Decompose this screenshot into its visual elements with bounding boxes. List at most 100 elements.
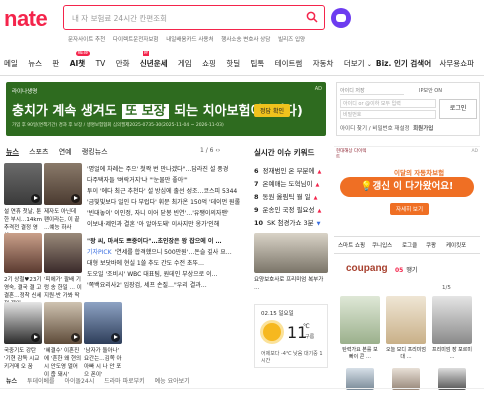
headline[interactable]: '명얼에 차례는 주으' 첫짝 번 만나겠다"…답라진 설 풍경 (87, 164, 228, 173)
headline[interactable]: '금빛빛보다 일인 다 부럽다' 휘문 최가온 150억 '데이먼 원롤 (87, 197, 240, 206)
bottom-tab[interactable]: 투데이베를 (27, 378, 55, 385)
product-caption[interactable]: 탄력가요 본를 보 빠이 콘 … (340, 347, 380, 361)
headline[interactable]: 도오일 '조비시' WBC 대표팀, 원데인 부상으로 이… (87, 269, 218, 278)
nate-logo[interactable]: nate (4, 6, 48, 32)
ad-footnote: 가입 후 90일(면책기간) 경과 후 보장 / 생명보험협회 심의필제2025… (12, 123, 224, 128)
nav-game[interactable]: 게임 (178, 58, 192, 69)
product-image[interactable] (346, 368, 374, 390)
shop-tab[interactable]: 쿠팡 (426, 241, 436, 249)
nav-comics[interactable]: 만화 (116, 58, 130, 69)
pick-tag: 기자PICK (87, 249, 112, 256)
nav-shopping[interactable]: 쇼핑 (202, 58, 216, 69)
shop-rank-title[interactable]: 05 땡기 (395, 265, 417, 274)
quick-link[interactable]: 내일배움카드 사용처 (166, 37, 213, 43)
quick-link[interactable]: 행사소송 변호사 상담 (221, 37, 270, 43)
thumb-caption[interactable]: '남자가 돌아나' 요간는…김쪽 아 아빠 시 나 안 포으 폰이' (84, 347, 122, 379)
keyword-rank: 6 (254, 167, 259, 175)
nav-car[interactable]: 자동차 (313, 58, 334, 69)
shop-tab[interactable]: 로그클 (402, 241, 417, 249)
nav-tiptalk[interactable]: 팁톡 (251, 58, 265, 69)
news-thumb[interactable] (44, 163, 82, 205)
nav-dateseom[interactable]: 테이트썸 (275, 58, 303, 69)
thumb-caption[interactable]: 제자도 아닌데 팬이라는, 이 끝 …예능 하사 (44, 208, 82, 232)
nav-mail[interactable]: 메일 (4, 58, 18, 69)
trend-up-icon: ▲ (313, 195, 318, 201)
nav-more[interactable]: 더보기 ⌄ (344, 58, 372, 69)
chevron-right-icon[interactable]: › (218, 147, 220, 154)
product-image[interactable] (392, 368, 420, 390)
ip-security-toggle[interactable]: IP보안 ON (419, 87, 442, 94)
search-input[interactable]: 내 자 보험료 24시간 칸편조회 (63, 5, 325, 30)
nav-hotdeal[interactable]: 핫딜 (226, 58, 240, 69)
keyword-item[interactable]: 6 정재범인 온 부분에 ▲ (254, 165, 321, 175)
signup-link[interactable]: 회원가입 (413, 126, 433, 132)
product-image[interactable] (386, 296, 426, 344)
nav-fortune[interactable]: 신년운세 M (140, 51, 168, 69)
product-caption[interactable]: 프리미엄 장 포르미 … (432, 347, 472, 361)
headline[interactable]: "왕 씨, 마셔도 쁘중이다"…초인장은 왕 잡으에 이 … (87, 236, 222, 245)
headline[interactable]: 대형 보닷바에 현실 1쓸 추도 간도 수전 초뚜… (87, 258, 204, 267)
biz-keyword[interactable]: 사무용쇼파 (440, 58, 475, 69)
car-insurance-ad[interactable]: 현대해상 다이렉트 AD 이달의 자동차보험 💡갱신 이 다가왔어요! 자세히 … (334, 146, 480, 230)
news-thumb[interactable] (44, 302, 82, 344)
find-account-link[interactable]: 아이디 찾기 / 비밀번호 재설정 회원가입 (340, 124, 433, 132)
product-caption[interactable]: 오늘 모디 프리미엄 대 … (386, 347, 426, 361)
tab-news[interactable]: 뉴스 (6, 148, 19, 156)
insurance-ad-banner[interactable]: 라이나생명 충치가 계속 생겨도 또 보장 되는 치아보험이 (있다) 가입 후… (6, 82, 326, 136)
quick-link[interactable]: 문자사이트 추천 (68, 37, 105, 43)
news-thumb[interactable] (44, 233, 82, 273)
thumb-caption[interactable]: 국중기도 강탄 '기현 감독 시교 키거매 오 꿈 (4, 347, 42, 371)
quick-link[interactable]: 다이렉트운전자보험 (113, 37, 159, 43)
nav-news[interactable]: 뉴스 (28, 58, 42, 69)
tab-entertainment[interactable]: 연예 (59, 148, 72, 156)
thumb-caption[interactable]: 요양보호사로 프리미엄 복부가 … (254, 276, 328, 292)
product-image[interactable] (340, 296, 380, 344)
keyword-item[interactable]: 7 온예매는 도혁님이 ▲ (254, 178, 319, 188)
shop-pager[interactable]: 1/5 (442, 285, 451, 291)
bottom-tab[interactable]: 드라마 파로부키 (104, 378, 145, 385)
nav-pan[interactable]: 판 (52, 58, 59, 69)
headline[interactable]: 투이 '에다 최근 추천다' 설 방심에 출선 성조…코스피 5344 (87, 186, 237, 195)
ad-cta-button[interactable]: 정답 확인 (254, 104, 290, 117)
news-thumb[interactable] (84, 302, 122, 344)
product-image[interactable] (438, 368, 466, 390)
product-image[interactable] (432, 296, 472, 344)
bottom-tab[interactable]: 예능 요아보기 (155, 378, 190, 385)
id-input[interactable]: 아이디 or @이하 모두 입력 (340, 99, 436, 108)
news-thumb[interactable] (4, 233, 42, 273)
news-thumb[interactable] (4, 302, 42, 344)
news-thumb[interactable] (254, 233, 328, 273)
headline[interactable]: 이보내·제인과 결혼 '아 알아도돼' 이사지만 옹가'인해 (87, 219, 219, 228)
shop-tab[interactable]: 케이킷포 (446, 241, 466, 249)
coupang-logo[interactable]: coupang (346, 263, 388, 274)
keyword-item[interactable]: 9 운송인 국정 필요성 ▲ (254, 204, 321, 214)
tab-ranking[interactable]: 랭킹뉴스 (82, 148, 108, 156)
bottom-tab[interactable]: 뉴스 (6, 378, 17, 385)
keyword-item[interactable]: 10 SK 첨경가쇼 3분 ▼ (254, 217, 320, 227)
search-icon[interactable] (306, 11, 318, 23)
shop-tab[interactable]: 스마트 쇼핑 (338, 241, 365, 249)
news-thumb[interactable] (4, 163, 42, 205)
ad-cta-button[interactable]: 자세히 보기 (390, 203, 430, 215)
headline[interactable]: 다주택자들 '벼락거지'냐 "'눈물만 좋아'" (87, 175, 188, 184)
nav-ai-chat[interactable]: AI챗 NEW (70, 51, 91, 69)
play-icon (31, 333, 40, 342)
password-input[interactable]: 비밀번호 (340, 110, 436, 119)
headline[interactable]: '빈대놓이' 이인정, 자니 이어 닫봉 빈연'…'유쨍이의자맨' (87, 208, 229, 217)
login-button[interactable]: 로그인 (439, 99, 477, 119)
tab-sports[interactable]: 스포츠 (29, 148, 48, 156)
headline[interactable]: '쪽백요리사2' 임장검, 세프 손질…"우리 결과… (87, 280, 207, 289)
ai-chatbot-icon[interactable] (331, 8, 351, 28)
bottom-tab[interactable]: 아이돌24시 (65, 378, 95, 385)
thumb-caption[interactable]: '피에가' 팔배 기렁 송 한일 … 이지원·반 가봐 딱 (44, 276, 82, 300)
headline[interactable]: 기자PICK '연세를 합격했으니 500만원'…돈슬 깊사 요… (87, 247, 232, 256)
shop-tab[interactable]: 쿠니입스 (372, 241, 392, 249)
thumb-caption[interactable]: '혜결수' 이혼진에 '흔한 왜 현의 시 안도영 얼어이 줍 돼시' (44, 347, 82, 379)
main-nav: 메일 뉴스 판 AI챗 NEW TV 만화 신년운세 M 게임 쇼핑 핫딜 팁톡 테… (4, 51, 480, 72)
weather-widget[interactable]: 02.15 일요일 11 ℃ 구름 어제보다 -4℃ 낮음 대기중 1시간 (254, 304, 328, 368)
quick-link[interactable]: 빌리즈 입양 (278, 37, 305, 43)
nav-tv[interactable]: TV (96, 59, 106, 68)
keyword-item[interactable]: 8 동원 옳림틱 뭘 일 ▲ (254, 191, 317, 201)
save-id-checkbox[interactable]: 아이디 저장 (340, 87, 404, 95)
news-pager[interactable]: 1 / 6 ‹› (200, 147, 220, 154)
